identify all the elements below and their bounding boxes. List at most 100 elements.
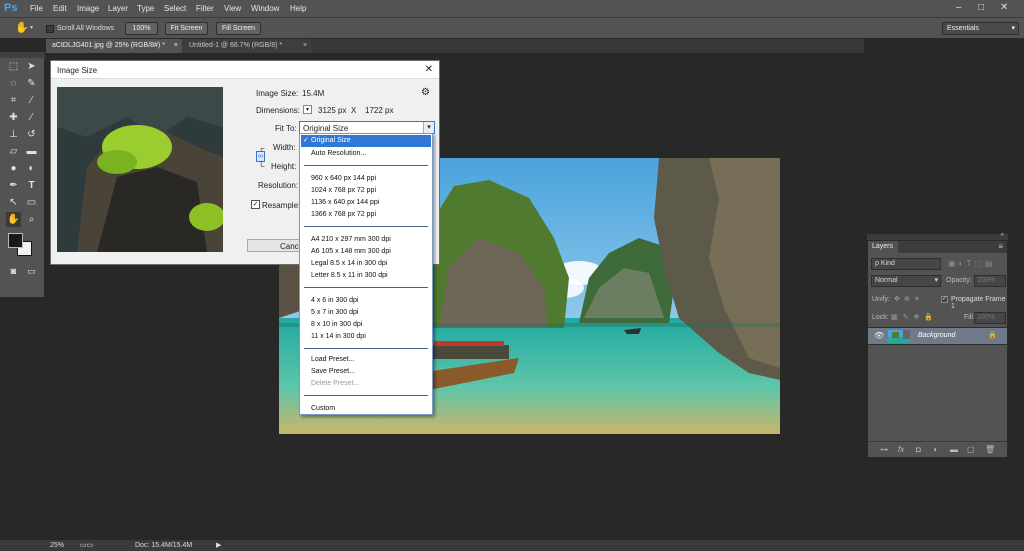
healing-icon[interactable]: ✚ — [6, 110, 21, 125]
dropdown-item[interactable]: 960 x 640 px 144 ppi — [311, 175, 376, 182]
quick-select-icon[interactable]: ✎ — [24, 76, 39, 91]
gradient-icon[interactable]: ▬ — [24, 144, 39, 159]
eye-icon[interactable]: 👁 — [874, 331, 884, 340]
resample-checkbox[interactable]: ✓ — [251, 200, 260, 209]
tab-document-1[interactable]: aCtDLJG401.jpg @ 25% (RGB/8#) * × — [46, 39, 182, 53]
filter-icons[interactable]: ▣◐T⬚▤ — [948, 259, 995, 268]
menu-image[interactable]: Image — [77, 4, 99, 13]
blend-mode-select[interactable]: Normal ▾ — [871, 275, 941, 287]
adjustment-icon[interactable]: ◑ — [932, 445, 937, 454]
layers-panel-header: Layers ≡ — [868, 241, 1007, 253]
eraser-icon[interactable]: ▱ — [6, 144, 21, 159]
hand-icon[interactable]: ✋ — [6, 212, 21, 227]
shape-icon[interactable]: ▭ — [24, 195, 39, 210]
dropdown-item[interactable]: A4 210 x 297 mm 300 dpi — [311, 236, 391, 243]
pen-icon[interactable]: ✒ — [6, 178, 21, 193]
brush-icon[interactable]: ∕ — [24, 110, 39, 125]
menu-filter[interactable]: Filter — [196, 4, 214, 13]
menu-type[interactable]: Type — [137, 4, 154, 13]
path-select-icon[interactable]: ↖ — [6, 195, 21, 210]
trash-icon[interactable]: 🗑 — [985, 445, 995, 454]
dimensions-units-toggle[interactable]: ▾ — [303, 105, 312, 114]
mask-icon[interactable]: ◘ — [916, 445, 921, 454]
eyedropper-icon[interactable]: ⁄ — [24, 93, 39, 108]
height-label: Height: — [271, 162, 297, 171]
unify-icons[interactable]: ✥⊕☀ — [894, 295, 924, 303]
stamp-icon[interactable]: ⊥ — [6, 127, 21, 142]
dropdown-item-custom[interactable]: Custom — [311, 405, 335, 412]
image-preview[interactable] — [57, 87, 223, 252]
cancel-button[interactable]: Cancel — [247, 239, 302, 252]
close-window-button[interactable]: ✕ — [1000, 2, 1008, 13]
marquee-icon[interactable]: ⬚ — [6, 59, 21, 74]
fit-screen-button[interactable]: Fit Screen — [165, 22, 208, 35]
menu-bar: Ps File Edit Image Layer Type Select Fil… — [0, 0, 1024, 18]
dropdown-item[interactable]: 4 x 6 in 300 dpi — [311, 297, 358, 304]
dropdown-item-save-preset[interactable]: Save Preset... — [311, 368, 355, 375]
close-icon[interactable]: × — [303, 39, 307, 53]
opacity-input[interactable]: 100% — [974, 275, 1006, 287]
dropdown-item[interactable]: 11 x 14 in 300 dpi — [311, 333, 366, 340]
move-icon[interactable]: ➤ — [24, 59, 39, 74]
lasso-icon[interactable]: ◌ — [6, 76, 21, 91]
menu-file[interactable]: File — [30, 4, 43, 13]
menu-edit[interactable]: Edit — [53, 4, 67, 13]
quick-mask-icon[interactable]: ◙ — [6, 264, 21, 279]
menu-layer[interactable]: Layer — [108, 4, 128, 13]
folder-icon[interactable]: ▬ — [950, 445, 958, 454]
tab-document-2[interactable]: Untitled-1 @ 66.7% (RGB/8) * × — [183, 39, 311, 53]
image-size-value: 15.4M — [302, 89, 325, 98]
dropdown-item[interactable]: 8 x 10 in 300 dpi — [311, 321, 362, 328]
dropdown-item[interactable]: Letter 8.5 x 11 in 300 dpi — [311, 272, 388, 279]
menu-window[interactable]: Window — [251, 4, 279, 13]
toolbox-grip[interactable] — [0, 52, 45, 58]
image-size-label: Image Size: — [256, 89, 299, 98]
foreground-color-swatch[interactable] — [8, 233, 23, 248]
menu-select[interactable]: Select — [164, 4, 186, 13]
screen-mode-icon[interactable]: ▭ — [24, 264, 39, 279]
crop-icon[interactable]: ⌗ — [6, 93, 21, 108]
layer-row-background[interactable]: 👁 Background 🔒 — [868, 327, 1007, 345]
collapse-icon[interactable]: « — [1001, 232, 1004, 238]
dropdown-item[interactable]: 1136 x 640 px 144 ppi — [311, 199, 379, 206]
dropdown-selected-row[interactable]: ✓ Original Size — [301, 135, 431, 147]
new-layer-icon[interactable]: ▢ — [967, 445, 975, 454]
status-arrow-icon[interactable]: ▶ — [216, 540, 221, 551]
dropdown-item[interactable]: 1366 x 768 px 72 ppi — [311, 211, 376, 218]
close-icon[interactable]: × — [174, 39, 178, 53]
dropdown-item[interactable]: Auto Resolution... — [311, 150, 366, 157]
dropdown-item[interactable]: 1024 x 768 px 72 ppi — [311, 187, 376, 194]
fx-icon[interactable]: fx — [898, 445, 904, 454]
panel-menu-icon[interactable]: ≡ — [998, 242, 1003, 251]
chevron-down-icon[interactable]: ▾ — [30, 24, 33, 31]
zoom-100-button[interactable]: 100% — [125, 22, 158, 35]
menu-view[interactable]: View — [224, 4, 241, 13]
link-icon[interactable]: ⊶ — [880, 445, 888, 454]
zoom-icon[interactable]: ⌕ — [24, 212, 39, 227]
dropdown-item-load-preset[interactable]: Load Preset... — [311, 356, 355, 363]
fill-input[interactable]: 100% — [974, 312, 1006, 324]
type-icon[interactable]: T — [24, 178, 39, 193]
zoom-level[interactable]: 25% — [50, 540, 64, 551]
dropdown-item[interactable]: 5 x 7 in 300 dpi — [311, 309, 358, 316]
status-icons[interactable]: ▭▭ — [80, 540, 93, 551]
workspace-select[interactable]: Essentials ▾ — [942, 22, 1019, 35]
filter-kind-select[interactable]: ρ Kind — [871, 258, 941, 270]
dropdown-item[interactable]: A6 105 x 148 mm 300 dpi — [311, 248, 391, 255]
gear-icon[interactable]: ⚙ — [421, 87, 430, 98]
close-icon[interactable]: ✕ — [425, 64, 433, 75]
hand-tool-icon[interactable]: ✋ — [15, 21, 29, 34]
dropdown-item[interactable]: Legal 8.5 x 14 in 300 dpi — [311, 260, 387, 267]
history-brush-icon[interactable]: ↺ — [24, 127, 39, 142]
dodge-icon[interactable]: ◐ — [24, 161, 39, 176]
minimize-button[interactable]: – — [956, 2, 962, 13]
maximize-button[interactable]: □ — [978, 2, 984, 13]
dialog-title-bar: Image Size ✕ — [51, 61, 439, 79]
fill-screen-button[interactable]: Fill Screen — [216, 22, 261, 35]
tab-layers[interactable]: Layers — [868, 241, 898, 253]
blur-icon[interactable]: ● — [6, 161, 21, 176]
lock-icons[interactable]: ▦✎✥🔒 — [891, 313, 938, 321]
propagate-checkbox[interactable]: ✓ — [941, 296, 948, 303]
menu-help[interactable]: Help — [290, 4, 306, 13]
scroll-all-windows-checkbox[interactable] — [46, 25, 54, 33]
